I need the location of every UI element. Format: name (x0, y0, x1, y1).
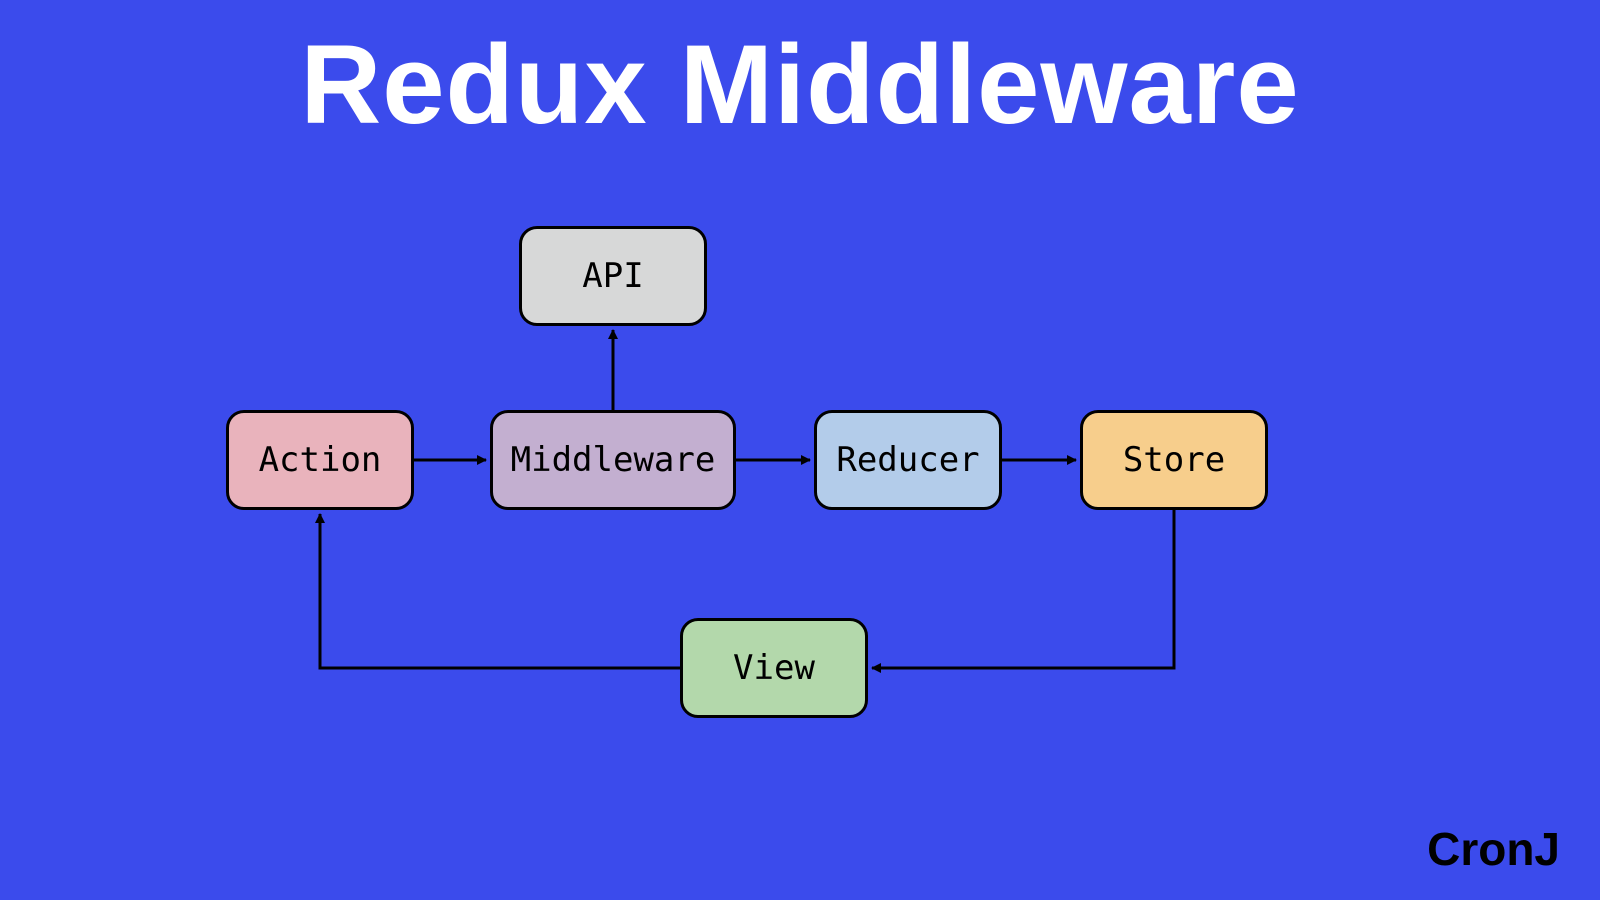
node-view-label: View (733, 648, 815, 688)
node-api-label: API (582, 256, 643, 296)
node-middleware-label: Middleware (511, 440, 716, 480)
node-reducer-label: Reducer (836, 440, 979, 480)
node-middleware: Middleware (490, 410, 736, 510)
brand-watermark: CronJ (1427, 822, 1560, 876)
node-view: View (680, 618, 868, 718)
node-action: Action (226, 410, 414, 510)
node-api: API (519, 226, 707, 326)
node-store: Store (1080, 410, 1268, 510)
arrow-store-to-view (872, 510, 1174, 668)
node-reducer: Reducer (814, 410, 1002, 510)
node-store-label: Store (1123, 440, 1225, 480)
arrow-view-to-action (320, 514, 680, 668)
node-action-label: Action (259, 440, 382, 480)
